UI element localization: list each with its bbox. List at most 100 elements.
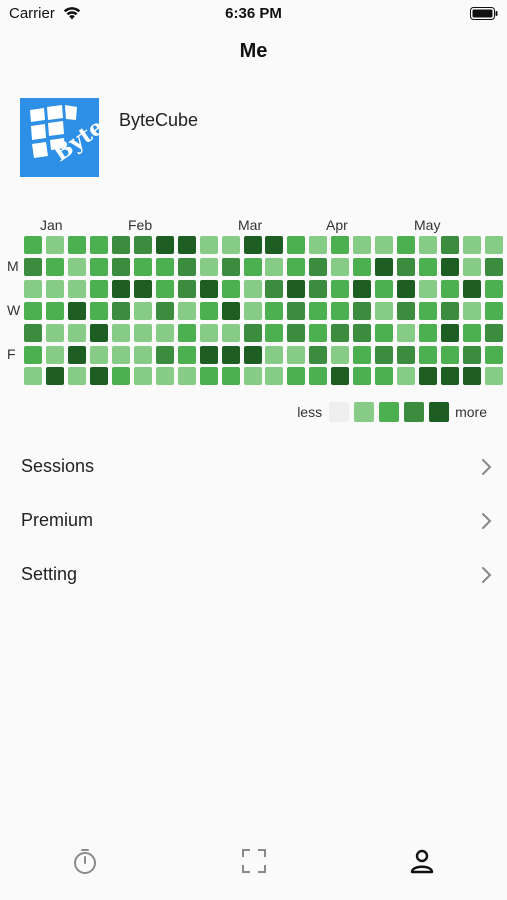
heatmap-cell — [309, 323, 328, 342]
heatmap-cell — [419, 367, 438, 386]
heatmap-cell — [67, 279, 86, 298]
scan-icon[interactable] — [239, 846, 269, 876]
day-label-fri: F — [7, 346, 16, 362]
timer-icon[interactable] — [70, 846, 100, 876]
heatmap-cell — [309, 301, 328, 320]
menu-item-premium[interactable]: Premium — [0, 495, 507, 549]
heatmap-cell — [375, 279, 394, 298]
legend-swatch-2 — [379, 402, 400, 422]
heatmap-cell — [265, 236, 284, 254]
heatmap-cell — [199, 301, 218, 320]
heatmap-cell — [243, 279, 262, 298]
heatmap-cell — [155, 367, 174, 386]
heatmap-cell — [67, 345, 86, 364]
heatmap-cell — [484, 367, 503, 386]
heatmap-cell — [221, 257, 240, 276]
heatmap-cell — [419, 257, 438, 276]
heatmap-cell — [353, 236, 372, 254]
heatmap-cell — [484, 345, 503, 364]
heatmap-cell — [199, 323, 218, 342]
heatmap-cell — [397, 257, 416, 276]
profile-name: ByteCube — [119, 110, 199, 130]
status-time: 6:36 PM — [225, 5, 282, 22]
heatmap-cell — [375, 301, 394, 320]
heatmap-cell — [441, 345, 460, 364]
month-label-may: May — [414, 217, 441, 233]
heatmap-cell — [111, 301, 130, 320]
heatmap-cell — [177, 279, 196, 298]
menu-item-setting[interactable]: Setting — [0, 549, 507, 603]
heatmap-cell — [309, 279, 328, 298]
legend-more-label: more — [455, 404, 487, 420]
heatmap-cell — [419, 345, 438, 364]
heatmap-cell — [24, 236, 42, 254]
heatmap-cell — [177, 301, 196, 320]
heatmap-cell — [484, 257, 503, 276]
heatmap-cell — [309, 345, 328, 364]
heatmap-cell — [24, 257, 42, 276]
heatmap-cell — [133, 301, 152, 320]
heatmap-cell — [133, 367, 152, 386]
heatmap-cell — [177, 257, 196, 276]
battery-icon — [470, 7, 498, 20]
heatmap-cell — [89, 301, 108, 320]
app-logo: Byte — [20, 98, 99, 177]
heatmap-cell — [155, 236, 174, 254]
heatmap-cell — [243, 367, 262, 386]
heatmap-cell — [89, 345, 108, 364]
heatmap-cell — [441, 279, 460, 298]
heatmap-cell — [67, 323, 86, 342]
heatmap-cell — [177, 345, 196, 364]
heatmap-cell — [441, 301, 460, 320]
heatmap-cell — [221, 345, 240, 364]
heatmap-cell — [463, 236, 481, 254]
heatmap-cell — [287, 367, 306, 386]
legend-less-label: less — [297, 404, 323, 420]
heatmap-cell — [463, 301, 481, 320]
heatmap-cell — [89, 236, 108, 254]
heatmap-cell — [111, 345, 130, 364]
heatmap-cell — [133, 279, 152, 298]
heatmap-cell — [24, 301, 42, 320]
heatmap-cell — [463, 257, 481, 276]
heatmap-cell — [353, 345, 372, 364]
heatmap-cell — [441, 367, 460, 386]
heatmap-cell — [309, 257, 328, 276]
heatmap-cell — [221, 279, 240, 298]
heatmap-cell — [89, 257, 108, 276]
heatmap-cell — [331, 345, 350, 364]
heatmap-cell — [265, 323, 284, 342]
heatmap-cell — [199, 257, 218, 276]
heatmap-cell — [221, 301, 240, 320]
heatmap-cell — [309, 236, 328, 254]
heatmap-cell — [67, 236, 86, 254]
person-icon[interactable] — [407, 846, 437, 876]
heatmap-cell — [199, 279, 218, 298]
heatmap-cell — [155, 279, 174, 298]
month-label-jan: Jan — [40, 217, 63, 233]
day-label-wed: W — [7, 302, 21, 318]
heatmap-cell — [89, 323, 108, 342]
heatmap-cell — [24, 279, 42, 298]
heatmap-cell — [484, 301, 503, 320]
legend-swatch-0 — [329, 402, 350, 422]
heatmap-cell — [484, 323, 503, 342]
heatmap-cell — [67, 301, 86, 320]
heatmap-cell — [463, 345, 481, 364]
heatmap-cell — [287, 345, 306, 364]
heatmap-cell — [375, 323, 394, 342]
heatmap-cell — [243, 323, 262, 342]
cube-logo-icon: Byte — [20, 98, 99, 177]
heatmap-cell — [46, 301, 64, 320]
heatmap-cell — [375, 236, 394, 254]
legend-swatch-4 — [429, 402, 450, 422]
heatmap-cell — [375, 367, 394, 386]
heatmap-cell — [111, 236, 130, 254]
heatmap-cell — [133, 323, 152, 342]
menu-item-sessions[interactable]: Sessions — [0, 441, 507, 495]
heatmap-cell — [331, 279, 350, 298]
month-label-feb: Feb — [128, 217, 153, 233]
heatmap-cell — [265, 301, 284, 320]
heatmap-cell — [177, 367, 196, 386]
heatmap-cell — [287, 279, 306, 298]
